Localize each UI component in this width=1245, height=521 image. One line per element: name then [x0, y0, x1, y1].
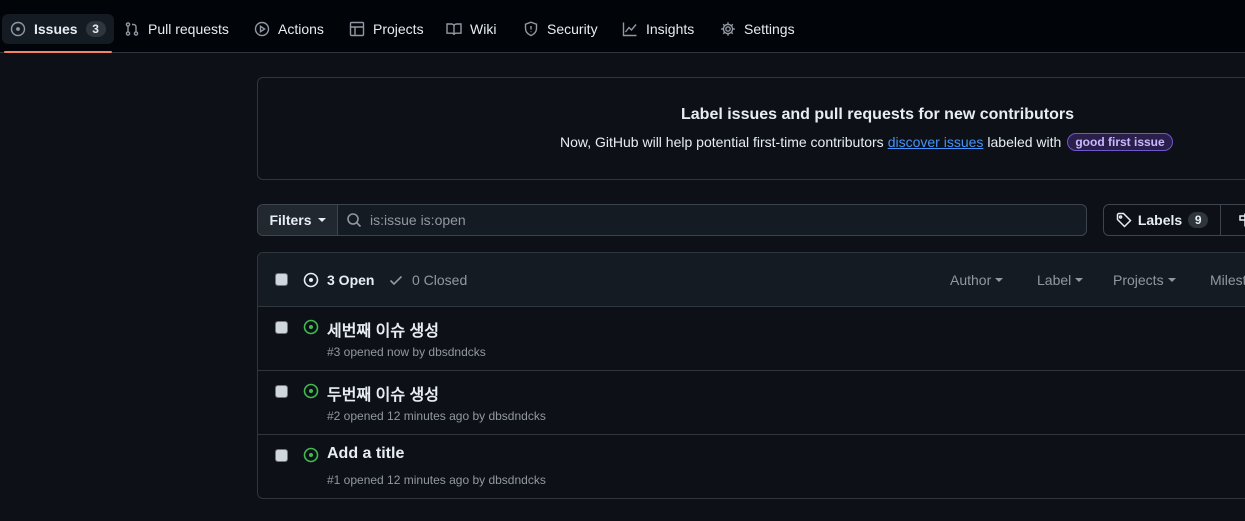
tab-projects-label: Projects: [373, 21, 424, 37]
issue-checkbox[interactable]: [275, 385, 288, 398]
good-first-issue-label[interactable]: good first issue: [1067, 133, 1173, 151]
shield-icon: [524, 21, 538, 37]
discover-issues-link[interactable]: discover issues: [888, 134, 984, 150]
issue-checkbox[interactable]: [275, 449, 288, 462]
open-issues-filter[interactable]: 3 Open: [303, 272, 374, 288]
first-contributors-banner: Label issues and pull requests for new c…: [257, 77, 1245, 180]
issue-title-link[interactable]: Add a title: [327, 445, 404, 463]
banner-text: Now, GitHub will help potential first-ti…: [560, 133, 1173, 151]
tab-wiki[interactable]: Wiki: [438, 14, 504, 44]
open-count-label: 3 Open: [327, 272, 375, 288]
gear-icon: [721, 22, 735, 36]
closed-count-label: 0 Closed: [412, 272, 468, 288]
issues-count-badge: 3: [85, 21, 106, 37]
issues-list-header: 3 Open 0 Closed Author Label Projects Mi…: [258, 253, 1245, 307]
repo-nav: Issues 3 Pull requests Actions Projects …: [0, 0, 1245, 53]
label-filter-label: Label: [1037, 272, 1072, 288]
issue-row: 두번째 이슈 생성 #2 opened 12 minutes ago by db…: [258, 371, 1245, 435]
check-icon: [389, 275, 403, 286]
issue-opened-icon: [303, 319, 319, 335]
search-wrap: [338, 205, 1086, 235]
labels-count-badge: 9: [1188, 212, 1209, 228]
issue-filter-bar: Filters: [257, 204, 1087, 236]
projects-filter-label: Projects: [1113, 272, 1164, 288]
issue-opened-icon: [303, 272, 319, 288]
chevron-down-icon: [1075, 278, 1084, 282]
banner-text-after: labeled with: [987, 134, 1062, 150]
issue-meta: #3 opened now by dbsdndcks: [327, 345, 486, 359]
issue-row: 세번째 이슈 생성 #3 opened now by dbsdndcks: [258, 307, 1245, 371]
chevron-down-icon: [317, 218, 326, 222]
closed-issues-filter[interactable]: 0 Closed: [388, 272, 467, 288]
chevron-down-icon: [995, 278, 1004, 282]
tab-pull-requests[interactable]: Pull requests: [116, 14, 237, 44]
tab-actions[interactable]: Actions: [246, 14, 332, 44]
filters-label: Filters: [269, 212, 312, 228]
issue-row: Add a title #1 opened 12 minutes ago by …: [258, 435, 1245, 498]
labels-milestones-group: Labels 9: [1103, 204, 1245, 236]
tab-security-label: Security: [547, 21, 598, 37]
tab-settings[interactable]: Settings: [712, 14, 803, 44]
issues-list: 3 Open 0 Closed Author Label Projects Mi…: [257, 252, 1245, 499]
select-all-checkbox[interactable]: [275, 273, 288, 286]
tab-insights[interactable]: Insights: [614, 14, 702, 44]
issue-title-link[interactable]: 세번째 이슈 생성: [327, 317, 439, 341]
banner-title: Label issues and pull requests for new c…: [681, 106, 1074, 123]
issue-opened-icon: [303, 383, 319, 399]
issue-meta: #2 opened 12 minutes ago by dbsdndcks: [327, 409, 546, 423]
search-icon: [347, 213, 362, 228]
projects-filter[interactable]: Projects: [1113, 272, 1176, 288]
tag-icon: [1116, 212, 1132, 228]
milestones-filter-label: Milestones: [1210, 272, 1245, 288]
issue-meta: #1 opened 12 minutes ago by dbsdndcks: [327, 473, 546, 487]
issue-title-link[interactable]: 두번째 이슈 생성: [327, 381, 439, 405]
author-filter-label: Author: [950, 272, 992, 288]
search-input[interactable]: [370, 212, 1086, 228]
label-filter[interactable]: Label: [1037, 272, 1084, 288]
play-icon: [254, 21, 270, 37]
tab-issues-label: Issues: [34, 21, 78, 37]
milestones-button[interactable]: [1221, 205, 1245, 235]
table-icon: [349, 21, 365, 37]
issue-opened-icon: [10, 21, 26, 37]
filters-button[interactable]: Filters: [258, 205, 338, 235]
tab-security[interactable]: Security: [515, 14, 606, 44]
banner-text-before: Now, GitHub will help potential first-ti…: [560, 134, 884, 150]
author-filter[interactable]: Author: [950, 272, 1004, 288]
tab-projects[interactable]: Projects: [341, 14, 432, 44]
issue-opened-icon: [303, 447, 319, 463]
tab-wiki-label: Wiki: [470, 21, 497, 37]
book-icon: [446, 23, 462, 36]
labels-label: Labels: [1137, 212, 1183, 228]
labels-button[interactable]: Labels 9: [1104, 205, 1221, 235]
chevron-down-icon: [1167, 278, 1176, 282]
milestones-filter[interactable]: Milestones: [1210, 272, 1245, 288]
git-pull-request-icon: [125, 22, 139, 36]
tab-pull-requests-label: Pull requests: [148, 21, 229, 37]
tab-insights-label: Insights: [646, 21, 695, 37]
tab-actions-label: Actions: [278, 21, 324, 37]
tab-settings-label: Settings: [744, 21, 795, 37]
tab-issues[interactable]: Issues 3: [2, 14, 114, 53]
milestone-icon: [1239, 213, 1245, 227]
issue-checkbox[interactable]: [275, 321, 288, 334]
graph-icon: [622, 22, 637, 37]
